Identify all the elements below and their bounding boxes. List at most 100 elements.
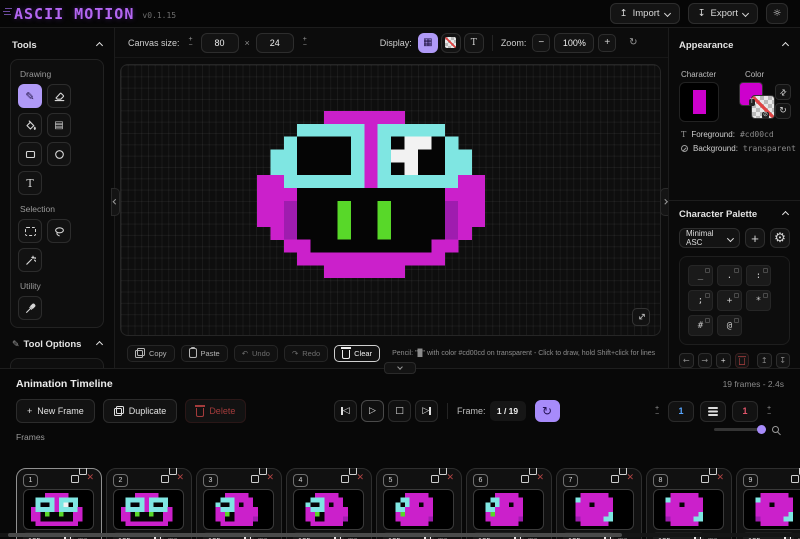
duplicate-frame-button[interactable]: Duplicate <box>103 399 178 423</box>
magic-wand-tool-button[interactable] <box>18 248 42 272</box>
palette-add-button[interactable]: + <box>716 353 731 368</box>
height-stepper[interactable]: +− <box>300 37 310 48</box>
clear-button[interactable]: Clear <box>334 345 380 362</box>
frame-card[interactable]: 8 ✕ 125 ms <box>646 468 732 539</box>
onion-next-stepper[interactable]: +− <box>764 406 774 417</box>
delete-frame-icon[interactable]: ✕ <box>86 472 94 483</box>
delete-frame-icon[interactable]: ✕ <box>176 472 184 483</box>
delete-frame-icon[interactable]: ✕ <box>716 472 724 483</box>
paste-label: Paste <box>201 349 220 358</box>
drawing-canvas[interactable]: ↕ <box>120 64 661 336</box>
onion-prev-stepper[interactable]: +− <box>652 406 662 417</box>
export-button[interactable]: ↧ Export <box>688 3 758 24</box>
frame-card[interactable]: 4 ✕ 125 ms <box>286 468 372 539</box>
rect-select-tool-button[interactable] <box>18 219 42 243</box>
redo-button[interactable]: ↷Redo <box>284 345 328 362</box>
reset-colors-button[interactable]: ↻ <box>775 103 791 119</box>
frame-card[interactable]: 6 ✕ 125 ms <box>466 468 552 539</box>
palette-character[interactable]: @ <box>717 315 742 336</box>
palette-character[interactable]: # <box>688 315 713 336</box>
selected-character-preview[interactable] <box>679 82 719 122</box>
eyedropper-tool-button[interactable] <box>18 296 42 320</box>
lasso-tool-button[interactable] <box>47 219 71 243</box>
paint-bucket-tool-button[interactable] <box>18 113 42 137</box>
text-display-toggle[interactable]: T <box>464 33 484 53</box>
transparency-display-toggle[interactable] <box>441 33 461 53</box>
onion-skin-toggle[interactable] <box>700 401 726 422</box>
frame-card[interactable]: 5 ✕ 125 ms <box>376 468 462 539</box>
slider-knob[interactable] <box>757 425 766 434</box>
frame-card[interactable]: 1 ✕ 125 ms <box>16 468 102 539</box>
delete-frame-icon[interactable]: ✕ <box>266 472 274 483</box>
stop-button[interactable]: □ <box>388 400 411 422</box>
pattern-tool-button[interactable]: ▤ <box>47 113 71 137</box>
last-frame-button[interactable]: ▷ <box>415 400 438 422</box>
theme-toggle-button[interactable]: ☼ <box>766 3 788 24</box>
collapse-left-panel-tab[interactable] <box>111 188 120 216</box>
add-character-palette-button[interactable]: + <box>745 228 765 248</box>
zoom-reset-button[interactable]: ↻ <box>624 34 642 52</box>
palette-character[interactable]: ; <box>688 290 713 311</box>
delete-frame-button[interactable]: Delete <box>185 399 246 423</box>
palette-next-button[interactable]: → <box>698 353 713 368</box>
palette-prev-button[interactable]: ← <box>679 353 694 368</box>
tools-sidebar: Tools Drawing ✎ ▤ T <box>0 28 115 368</box>
palette-import-button[interactable]: ↧ <box>776 353 791 368</box>
palette-delete-button[interactable] <box>735 353 750 368</box>
paint-drop-icon <box>681 145 688 152</box>
pencil-tool-button[interactable]: ✎ <box>18 84 42 108</box>
lasso-icon <box>54 226 65 237</box>
fullscreen-button[interactable]: ↕ <box>632 308 650 326</box>
palette-character[interactable]: : <box>746 265 771 286</box>
frame-card[interactable]: 9 ✕ 125 ms <box>736 468 800 539</box>
width-stepper[interactable]: +− <box>186 37 196 48</box>
palette-character[interactable]: _ <box>688 265 713 286</box>
ellipse-tool-button[interactable] <box>47 142 71 166</box>
palette-character[interactable]: . <box>717 265 742 286</box>
copy-button[interactable]: Copy <box>127 345 175 362</box>
rectangle-icon <box>25 149 36 160</box>
timeline-collapse-tab[interactable] <box>384 362 416 374</box>
loop-toggle-button[interactable]: ↻ <box>535 400 560 422</box>
text-tool-button[interactable]: T <box>18 171 42 195</box>
palette-character[interactable]: * <box>746 290 771 311</box>
swap-colors-button[interactable]: ⇄ <box>775 84 791 100</box>
rectangle-tool-button[interactable] <box>18 142 42 166</box>
canvas-height-input[interactable]: 24 <box>256 33 294 53</box>
onion-next-count: 1 <box>732 401 758 422</box>
frame-card[interactable]: 2 ✕ 125 ms <box>106 468 192 539</box>
frame-card[interactable]: 7 ✕ 125 ms <box>556 468 642 539</box>
zoom-out-button[interactable]: − <box>532 34 550 52</box>
character-palette-settings-button[interactable]: ⚙ <box>770 228 790 248</box>
app-version: v0.1.15 <box>142 11 176 20</box>
frame-card[interactable]: 3 ✕ 125 ms <box>196 468 282 539</box>
palette-character[interactable]: + <box>717 290 742 311</box>
eraser-tool-button[interactable] <box>47 84 71 108</box>
import-label: Import <box>633 8 660 19</box>
slider-track[interactable] <box>714 428 766 431</box>
bar-icon <box>429 407 431 415</box>
canvas-width-input[interactable]: 80 <box>201 33 239 53</box>
delete-frame-icon[interactable]: ✕ <box>626 472 634 483</box>
play-button[interactable]: ▷ <box>361 400 384 422</box>
undo-button[interactable]: ↶Undo <box>234 345 278 362</box>
zoom-in-button[interactable]: + <box>598 34 616 52</box>
paste-button[interactable]: Paste <box>181 345 228 362</box>
text-tool-label: T <box>26 177 33 190</box>
import-button[interactable]: ↥ Import <box>610 3 680 24</box>
chevron-left-icon <box>113 200 118 205</box>
character-preset-dropdown[interactable]: Minimal ASC <box>679 228 740 248</box>
appearance-header[interactable]: Appearance <box>669 40 800 51</box>
delete-frame-icon[interactable]: ✕ <box>536 472 544 483</box>
grid-display-toggle[interactable]: ▦ <box>418 33 438 53</box>
first-frame-button[interactable]: ◁ <box>334 400 357 422</box>
character-palette-header[interactable]: Character Palette <box>669 209 800 220</box>
tools-section-header[interactable]: Tools <box>0 40 114 51</box>
new-frame-button[interactable]: + New Frame <box>16 399 95 423</box>
frames-scrollbar-thumb[interactable] <box>8 533 622 537</box>
delete-frame-icon[interactable]: ✕ <box>446 472 454 483</box>
delete-frame-icon[interactable]: ✕ <box>356 472 364 483</box>
palette-export-button[interactable]: ↥ <box>757 353 772 368</box>
tool-options-header[interactable]: ✎ Tool Options <box>0 339 114 350</box>
grid-icon: ▦ <box>423 37 432 48</box>
